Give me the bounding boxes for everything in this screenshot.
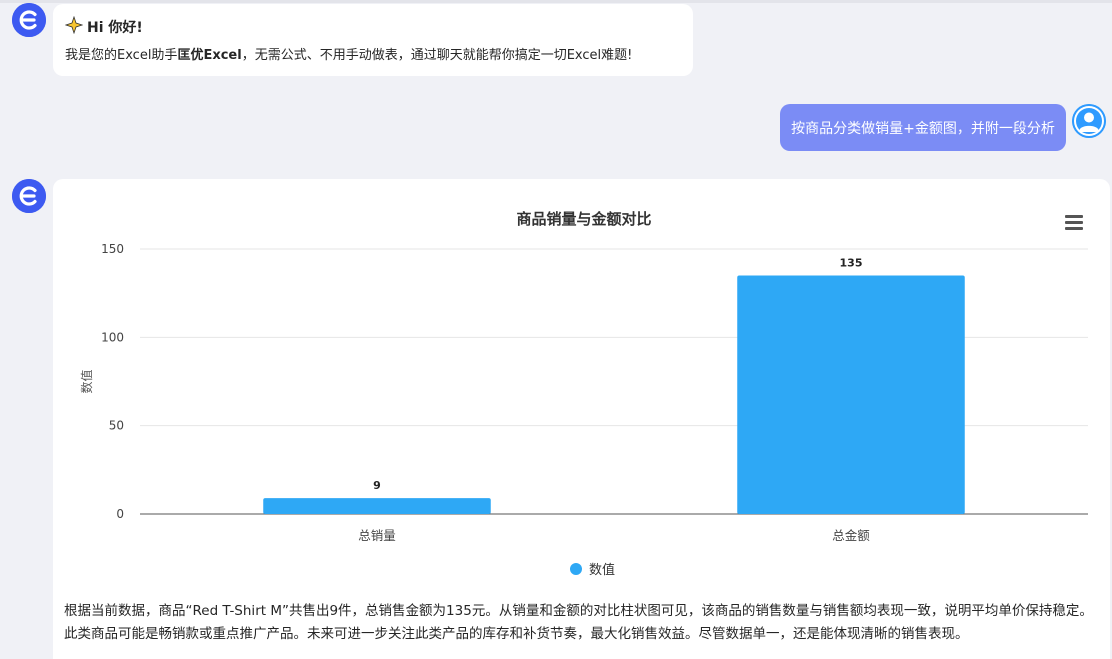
greeting-brand: 匡优Excel — [177, 48, 242, 63]
greeting-title: Hi 你好! — [87, 20, 143, 36]
brand-e-icon — [12, 179, 46, 213]
y-axis-label: 数值 — [79, 369, 94, 393]
y-tick-label: 100 — [101, 330, 124, 344]
user-message: 按商品分类做销量+金额图，并附一段分析 — [780, 104, 1066, 151]
sparkle-icon — [64, 15, 84, 38]
x-tick-label: 总金额 — [832, 528, 870, 543]
data-label: 135 — [840, 257, 863, 270]
top-divider — [0, 0, 1112, 3]
user-icon — [1072, 104, 1106, 138]
brand-e-icon — [12, 3, 46, 37]
user-avatar — [1072, 104, 1106, 138]
bar — [263, 498, 491, 514]
analysis-text: 根据当前数据，商品“Red T-Shirt M”共售出9件，总销售金额为135元… — [64, 603, 1093, 642]
chart-container: 商品销量与金额对比 0 50 100 150 数值 9 总销量 135 总金额 数值 — [53, 179, 1110, 589]
x-tick-label: 总销量 — [358, 528, 396, 543]
y-tick-label: 50 — [109, 419, 124, 433]
legend-marker — [570, 563, 582, 575]
y-tick-label: 150 — [101, 242, 124, 256]
chat-page: Hi 你好! 我是您的Excel助手匡优Excel，无需公式、不用手动做表，通过… — [0, 0, 1112, 659]
bot-avatar — [12, 3, 46, 37]
bot-avatar — [12, 179, 46, 213]
data-label: 9 — [373, 479, 381, 492]
greeting-body-suffix: ，无需公式、不用手动做表，通过聊天就能帮你搞定一切Excel难题! — [241, 48, 633, 63]
chart-title: 商品销量与金额对比 — [516, 210, 651, 228]
hamburger-menu-icon[interactable] — [1065, 215, 1083, 231]
greeting-body-prefix: 我是您的Excel助手 — [65, 48, 178, 63]
bar-chart: 商品销量与金额对比050100150数值9总销量135总金额数值 — [79, 210, 1088, 578]
greeting-title-row: Hi 你好! — [64, 15, 681, 38]
greeting-message: Hi 你好! 我是您的Excel助手匡优Excel，无需公式、不用手动做表，通过… — [53, 4, 693, 76]
greeting-body: 我是您的Excel助手匡优Excel，无需公式、不用手动做表，通过聊天就能帮你搞… — [65, 44, 681, 63]
bar — [737, 275, 965, 514]
legend-label: 数值 — [589, 562, 615, 578]
y-tick-label: 0 — [116, 507, 124, 521]
answer-message: 商品销量与金额对比 0 50 100 150 数值 9 总销量 135 总金额 数值 根据当前数据，… — [53, 179, 1110, 659]
